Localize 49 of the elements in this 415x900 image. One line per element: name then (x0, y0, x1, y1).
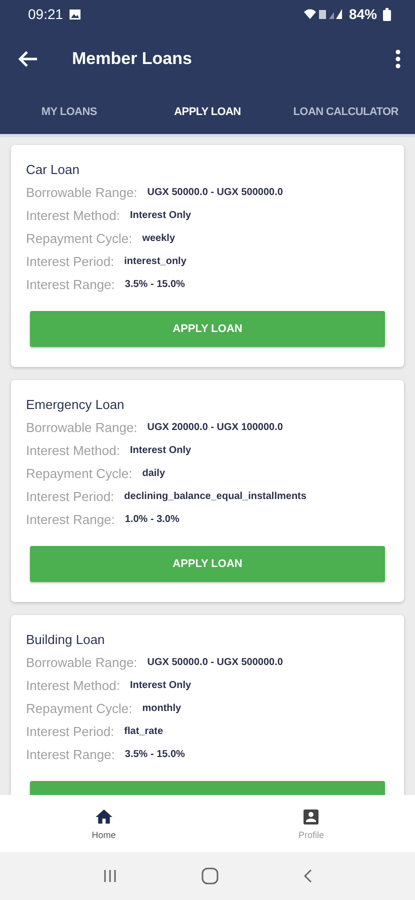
field-value: Interest Only (130, 680, 192, 691)
tab[interactable]: MY LOANS (0, 90, 138, 134)
field-value: interest_only (124, 256, 186, 267)
tab[interactable]: APPLY LOAN (138, 90, 277, 134)
more-menu-icon[interactable] (395, 49, 401, 69)
field-label: Interest Range: (26, 277, 115, 292)
profile-icon (301, 807, 322, 827)
field-value: UGX 50000.0 - UGX 500000.0 (147, 657, 283, 668)
image-icon (69, 8, 82, 20)
field-value: 3.5% - 15.0% (124, 749, 185, 760)
field-label: Borrowable Range: (26, 655, 138, 670)
tab[interactable]: LOAN CALCULATOR (276, 90, 415, 134)
field-value: weekly (142, 233, 176, 244)
field-value: 3.5% - 15.0% (124, 279, 185, 290)
field-value: Interest Only (130, 210, 192, 221)
loan-name: Building Loan (26, 631, 106, 649)
nav-item[interactable]: Home (0, 795, 208, 852)
field-label: Borrowable Range: (26, 420, 138, 435)
field-label: Interest Method: (26, 208, 120, 223)
back-icon[interactable] (302, 868, 314, 884)
battery-icon (383, 8, 391, 20)
back-arrow-icon[interactable] (18, 50, 38, 68)
field-label: Interest Range: (26, 747, 115, 762)
field-label: Repayment Cycle: (26, 701, 132, 716)
field-value: monthly (142, 703, 182, 714)
field-value: UGX 20000.0 - UGX 100000.0 (147, 422, 283, 433)
field-label: Borrowable Range: (26, 185, 138, 200)
loan-name: Car Loan (26, 161, 80, 179)
field-value: declining_balance_equal_installments (124, 491, 306, 502)
battery-level: 84% (348, 6, 377, 22)
field-value: UGX 50000.0 - UGX 500000.0 (147, 187, 283, 198)
field-label: Interest Period: (26, 724, 114, 739)
status-time: 09:21 (28, 6, 64, 22)
recents-icon[interactable] (102, 868, 118, 884)
loan-name: Emergency Loan (26, 396, 126, 414)
signal-icon (302, 8, 343, 20)
screen-title: Member Loans (72, 49, 193, 69)
field-label: Interest Range: (26, 512, 115, 527)
field-label: Repayment Cycle: (26, 231, 132, 246)
field-label: Interest Method: (26, 678, 120, 693)
field-label: Interest Period: (26, 489, 114, 504)
field-value: flat_rate (124, 726, 164, 737)
field-value: 1.0% - 3.0% (124, 514, 180, 525)
field-value: Interest Only (130, 445, 192, 456)
field-label: Interest Method: (26, 443, 120, 458)
field-value: daily (142, 468, 166, 479)
field-label: Interest Period: (26, 254, 114, 269)
field-label: Repayment Cycle: (26, 466, 132, 481)
home-button-icon[interactable] (200, 867, 218, 885)
